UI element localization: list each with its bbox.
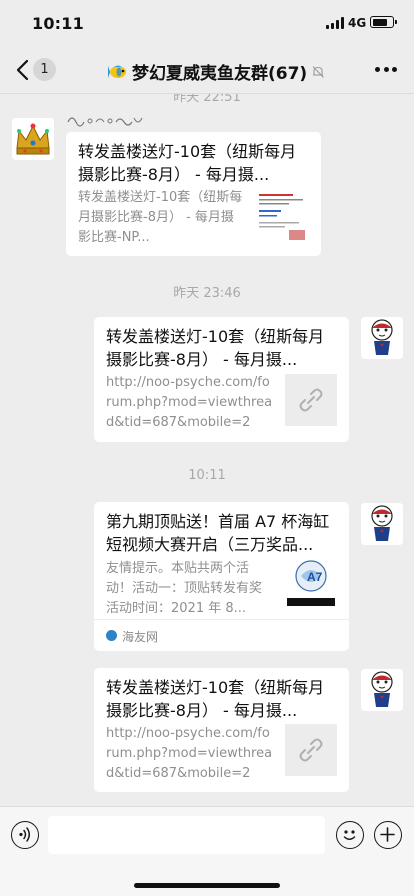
voice-icon[interactable]: [11, 821, 39, 849]
timestamp: 昨天 23:46: [173, 286, 241, 301]
card-title: 转发盖楼送灯-10套（纽斯每月摄影比赛-8月） - 每月摄...: [78, 142, 297, 184]
source-logo-icon: [106, 630, 117, 641]
sender-name-stylized: [67, 117, 143, 127]
card-description: http://noo-psyche.com/forum.php?mod=view…: [106, 375, 273, 430]
svg-text:A7: A7: [307, 570, 323, 584]
more-dots-icon[interactable]: [375, 66, 397, 74]
nav-bar: 1 梦幻夏威夷鱼友群(67): [0, 46, 414, 94]
mascot-avatar-icon: [361, 669, 403, 711]
mascot-avatar-icon: [361, 503, 403, 545]
status-time: 10:11: [32, 14, 84, 33]
network-type: 4G: [348, 16, 367, 30]
video-thumbnail: A7: [285, 556, 337, 608]
plus-icon[interactable]: [374, 821, 402, 849]
signal-icon: [326, 17, 344, 29]
card-description: http://noo-psyche.com/forum.php?mod=view…: [106, 726, 273, 781]
bell-off-icon: [312, 65, 325, 78]
source-row: 海友网: [94, 619, 349, 651]
card-description: 转发盖楼送灯-10套（纽斯每月摄影比赛-8月） - 每月摄影比赛-NP...: [78, 190, 243, 245]
fish-icon: [108, 65, 126, 78]
status-bar: 10:11 4G: [0, 0, 414, 46]
input-bar: [0, 806, 414, 896]
source-label: 海友网: [122, 630, 159, 644]
link-card[interactable]: 转发盖楼送灯-10套（纽斯每月摄影比赛-8月） - 每月摄... http://…: [94, 668, 349, 792]
avatar[interactable]: [361, 669, 403, 711]
crown-icon: [12, 118, 54, 160]
chat-title-text: 梦幻夏威夷鱼友群(67): [132, 64, 308, 84]
card-title: 转发盖楼送灯-10套（纽斯每月摄影比赛-8月） - 每月摄...: [106, 678, 325, 720]
article-thumbnail: [257, 190, 309, 242]
link-card[interactable]: 转发盖楼送灯-10套（纽斯每月摄影比赛-8月） - 每月摄... http://…: [94, 317, 349, 442]
battery-icon: [370, 16, 397, 28]
card-title: 第九期顶贴送！首届 A7 杯海缸短视频大赛开启（三万奖品...: [106, 512, 330, 554]
card-title: 转发盖楼送灯-10套（纽斯每月摄影比赛-8月） - 每月摄...: [106, 327, 325, 369]
link-card[interactable]: 转发盖楼送灯-10套（纽斯每月摄影比赛-8月） - 每月摄... 转发盖楼送灯-…: [66, 132, 321, 256]
link-icon: [285, 374, 337, 426]
timestamp: 昨天 22:51: [173, 94, 241, 105]
chevron-left-icon[interactable]: [15, 59, 31, 81]
timestamp: 10:11: [188, 468, 226, 483]
avatar[interactable]: [361, 503, 403, 545]
unread-badge[interactable]: 1: [33, 58, 56, 81]
emoji-icon[interactable]: [336, 821, 364, 849]
link-icon: [285, 724, 337, 776]
mascot-avatar-icon: [361, 317, 403, 359]
card-description: 友情提示。本贴共两个活动！活动一：顶贴转发有奖活动时间：2021 年 8...: [106, 561, 263, 616]
home-indicator: [134, 883, 280, 888]
link-card[interactable]: 第九期顶贴送！首届 A7 杯海缸短视频大赛开启（三万奖品... 友情提示。本贴共…: [94, 502, 349, 651]
message-input[interactable]: [48, 816, 325, 854]
avatar[interactable]: [12, 118, 54, 160]
chat-title: 梦幻夏威夷鱼友群(67): [108, 59, 325, 84]
chat-list[interactable]: 昨天 22:51 转发盖楼送灯-10套（纽斯每月摄影比赛-8月） - 每月摄..…: [0, 94, 414, 806]
avatar[interactable]: [361, 317, 403, 359]
